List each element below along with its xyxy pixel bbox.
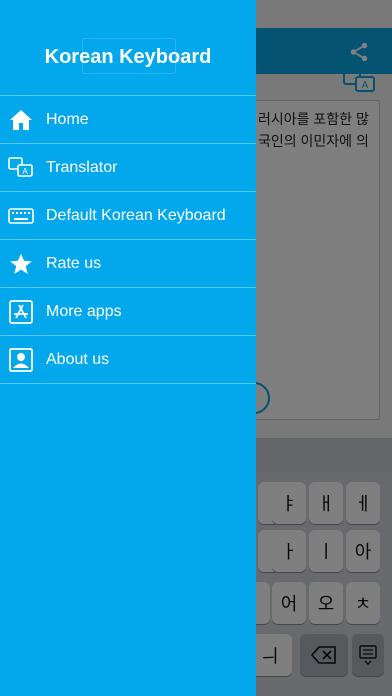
drawer-header: Korean Keyboard: [0, 0, 256, 96]
svg-text:A: A: [22, 167, 28, 176]
menu-item-home[interactable]: Home: [0, 96, 256, 144]
menu-item-label: Default Korean Keyboard: [46, 206, 226, 224]
app-title: Korean Keyboard: [44, 46, 212, 68]
menu-item-label: Translator: [46, 158, 118, 176]
menu-item-label: More apps: [46, 302, 122, 320]
menu-item-label: Rate us: [46, 254, 102, 272]
app-store-icon: [8, 299, 34, 325]
home-icon: [8, 107, 34, 133]
menu-item-default-keyboard[interactable]: Default Korean Keyboard: [0, 192, 256, 240]
keyboard-icon: [8, 203, 34, 229]
star-icon: [8, 251, 34, 277]
menu-item-label: Home: [46, 110, 89, 128]
translator-icon: A: [8, 155, 34, 181]
menu-item-translator[interactable]: A Translator: [0, 144, 256, 192]
navigation-drawer: Korean Keyboard Home A Translator Defaul…: [0, 0, 256, 696]
contact-icon: [8, 347, 34, 373]
menu-item-rate-us[interactable]: Rate us: [0, 240, 256, 288]
menu-item-about-us[interactable]: About us: [0, 336, 256, 384]
menu-item-more-apps[interactable]: More apps: [0, 288, 256, 336]
menu-item-label: About us: [46, 350, 110, 368]
